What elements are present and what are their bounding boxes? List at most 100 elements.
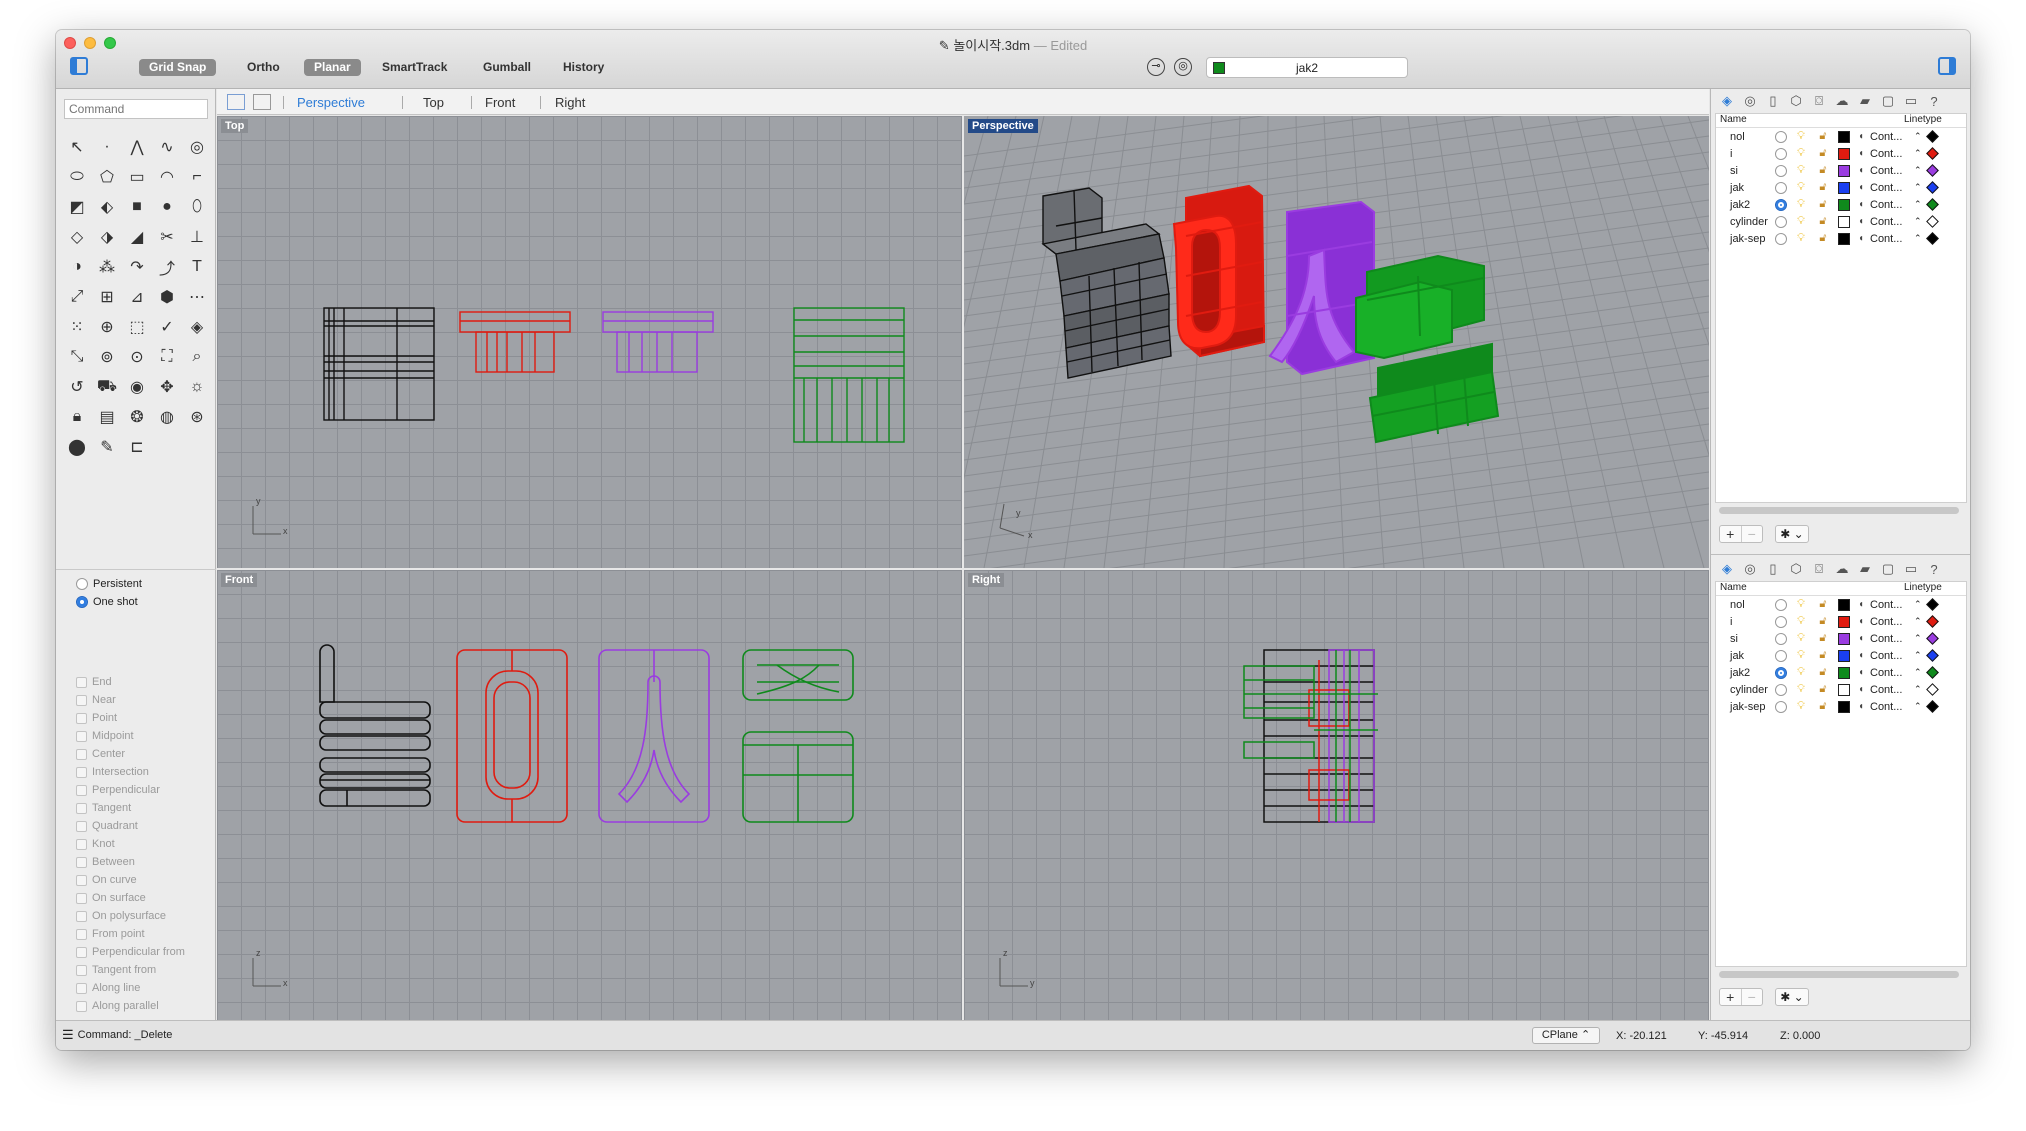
dimension-icon[interactable]: ⊿ (122, 282, 152, 312)
layer-row[interactable]: i 💡︎ 🔓︎ ◖ Cont... ⌃ (1716, 145, 1966, 162)
linetype-stepper-icon[interactable]: ⌃ (1914, 182, 1922, 193)
layer-name[interactable]: i (1716, 616, 1772, 628)
offset-icon[interactable]: ⤴ (152, 252, 182, 282)
osnap-checkbox[interactable] (76, 874, 87, 886)
material-icon[interactable]: ◖ (1858, 165, 1870, 176)
linetype-select[interactable]: Cont... (1870, 650, 1914, 662)
four-view-layout-icon[interactable] (227, 94, 245, 110)
layout-tab-icon[interactable]: ▢ (1880, 561, 1896, 577)
osnap-checkbox[interactable] (76, 928, 87, 940)
rotate-view-icon[interactable]: ↺ (62, 372, 92, 402)
current-layer-dot[interactable] (1775, 232, 1787, 245)
linetype-stepper-icon[interactable]: ⌃ (1914, 216, 1922, 227)
polyline-icon[interactable]: ⋀ (122, 132, 152, 162)
osnap-item[interactable]: On curve (76, 871, 185, 889)
print-color-diamond-icon[interactable] (1925, 666, 1939, 679)
material-tab-icon[interactable]: ▰ (1857, 93, 1873, 109)
print-color-diamond-icon[interactable] (1925, 130, 1939, 143)
command-history-icon[interactable]: ☰ (62, 1028, 74, 1041)
current-layer-radio[interactable] (1772, 666, 1790, 679)
viewport-label-right[interactable]: Right (968, 573, 1005, 587)
tab-perspective[interactable]: Perspective (297, 95, 365, 110)
visibility-bulb-icon[interactable]: 💡︎ (1790, 683, 1812, 696)
current-layer-dot[interactable] (1775, 598, 1787, 611)
zoom-window-icon[interactable]: ⊙ (122, 342, 152, 372)
lock-icon[interactable]: 🔓︎ (1812, 215, 1834, 228)
current-layer-dot[interactable] (1775, 632, 1787, 645)
camera-tab-icon[interactable]: ⌼ (1811, 561, 1827, 577)
join-icon[interactable]: ⁂ (92, 252, 122, 282)
smarttrack-toggle[interactable]: SmartTrack (372, 59, 457, 76)
add-layer-button[interactable]: + (1720, 526, 1741, 542)
visibility-bulb-icon[interactable]: 💡︎ (1790, 666, 1812, 679)
properties-tab-icon[interactable]: ◎ (1742, 561, 1758, 577)
linetype-stepper-icon[interactable]: ⌃ (1914, 165, 1922, 176)
material-tab-icon[interactable]: ▰ (1857, 561, 1873, 577)
print-color-diamond-icon[interactable] (1925, 632, 1939, 645)
osnap-item[interactable]: On polysurface (76, 907, 185, 925)
right-sidebar-toggle-icon[interactable] (1938, 57, 1956, 75)
print-color-diamond-icon[interactable] (1925, 147, 1939, 160)
print-color-diamond-icon[interactable] (1925, 683, 1939, 696)
material-sphere-icon[interactable]: ⬤ (62, 432, 92, 462)
linetype-select[interactable]: Cont... (1870, 633, 1914, 645)
layer-color-swatch[interactable] (1838, 632, 1850, 645)
viewport-perspective[interactable]: Perspective x y (964, 116, 1709, 568)
layer-tool-icon[interactable]: ▤ (92, 402, 122, 432)
current-layer-dot[interactable] (1775, 666, 1787, 679)
layer-name[interactable]: jak (1716, 182, 1772, 194)
linetype-stepper-icon[interactable]: ⌃ (1914, 616, 1922, 627)
boolean-icon[interactable]: ◑ (62, 252, 92, 282)
osnap-item[interactable]: Intersection (76, 763, 185, 781)
plane-icon[interactable]: ◇ (62, 222, 92, 252)
current-layer-dot[interactable] (1775, 181, 1787, 194)
osnap-item[interactable]: From point (76, 925, 185, 943)
layer-color-swatch[interactable] (1838, 649, 1850, 662)
current-layer-dot[interactable] (1775, 164, 1787, 177)
tab-front[interactable]: Front (485, 95, 515, 110)
layer-name[interactable]: nol (1716, 131, 1772, 143)
scale-icon[interactable]: ⤢ (62, 282, 92, 312)
layer-name[interactable]: si (1716, 165, 1772, 177)
current-layer-radio[interactable] (1772, 147, 1790, 160)
current-layer-dot[interactable] (1775, 649, 1787, 662)
linetype-select[interactable]: Cont... (1870, 165, 1914, 177)
layout-tab-icon[interactable]: ▢ (1880, 93, 1896, 109)
layer-options-gear-icon[interactable]: ✱ ⌄ (1775, 525, 1809, 543)
select-arrow-icon[interactable]: ↖ (62, 132, 92, 162)
cplane-selector[interactable]: CPlane ⌃ (1532, 1027, 1600, 1044)
color-wheel-icon[interactable]: ❂ (122, 402, 152, 432)
visibility-bulb-icon[interactable]: 💡︎ (1790, 181, 1812, 194)
curve-icon[interactable]: ∿ (152, 132, 182, 162)
visibility-bulb-icon[interactable]: 💡︎ (1790, 649, 1812, 662)
osnap-item[interactable]: Tangent from (76, 961, 185, 979)
osnap-checkbox[interactable] (76, 712, 87, 724)
material-icon[interactable]: ◖ (1858, 684, 1870, 695)
osnap-item[interactable]: Tangent (76, 799, 185, 817)
lock-icon[interactable]: 🔓︎ (1812, 130, 1834, 143)
left-sidebar-toggle-icon[interactable] (70, 57, 88, 75)
material-icon[interactable]: ◖ (1858, 599, 1870, 610)
layer-row[interactable]: nol 💡︎ 🔓︎ ◖ Cont... ⌃ (1716, 128, 1966, 145)
current-layer-radio[interactable] (1772, 649, 1790, 662)
layer-row[interactable]: jak 💡︎ 🔓︎ ◖ Cont... ⌃ (1716, 179, 1966, 196)
visibility-bulb-icon[interactable]: 💡︎ (1790, 632, 1812, 645)
layer-row[interactable]: cylinder 💡︎ 🔓︎ ◖ Cont... ⌃ (1716, 681, 1966, 698)
ellipse-icon[interactable]: ⬭ (62, 162, 92, 192)
material-icon[interactable]: ◖ (1858, 131, 1870, 142)
osnap-checkbox[interactable] (76, 748, 87, 760)
osnap-checkbox[interactable] (76, 802, 87, 814)
material-icon[interactable]: ◖ (1858, 633, 1870, 644)
osnap-checkbox[interactable] (76, 676, 87, 688)
osnap-checkbox[interactable] (76, 982, 87, 994)
material-icon[interactable]: ◖ (1858, 199, 1870, 210)
extrude-icon[interactable]: ⬗ (92, 222, 122, 252)
print-color-diamond-icon[interactable] (1925, 700, 1939, 713)
visibility-bulb-icon[interactable]: 💡︎ (1790, 164, 1812, 177)
osnap-one-shot-option[interactable]: One shot (76, 596, 138, 608)
lock-icon[interactable]: 🔓︎ (1812, 632, 1834, 645)
zoom-selected-icon[interactable]: ⛶ (152, 342, 182, 372)
name-column-header[interactable]: Name (1716, 114, 1904, 127)
material-icon[interactable]: ◖ (1858, 616, 1870, 627)
current-layer-dot[interactable] (1775, 215, 1787, 228)
